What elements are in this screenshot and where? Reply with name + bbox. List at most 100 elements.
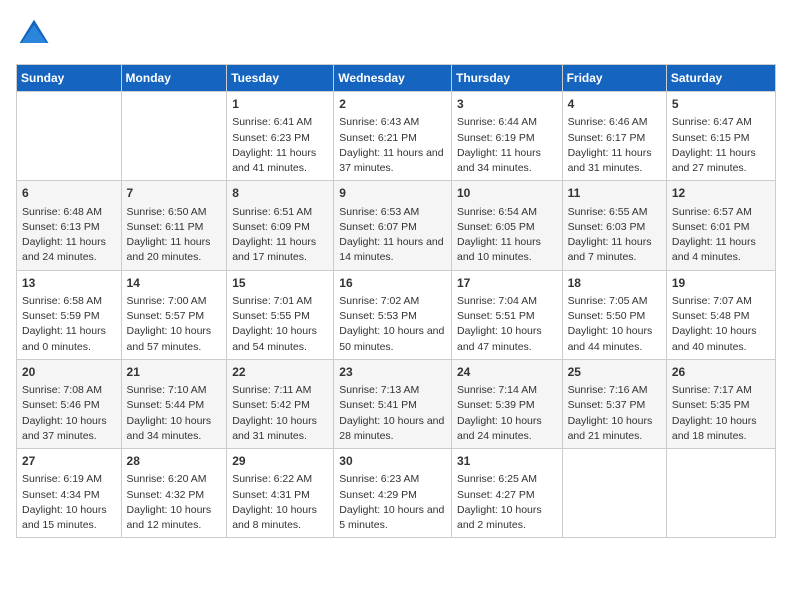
day-info: Daylight: 11 hours and 31 minutes. <box>568 146 661 176</box>
day-number: 27 <box>22 453 116 470</box>
day-info: Sunrise: 6:44 AM <box>457 115 557 130</box>
calendar-cell: 14 Sunrise: 7:00 AMSunset: 5:57 PMDayligh… <box>121 270 227 359</box>
day-info: Sunrise: 6:19 AM <box>22 472 116 487</box>
day-info: Daylight: 10 hours and 12 minutes. <box>127 503 222 533</box>
day-info: Sunset: 5:44 PM <box>127 398 222 413</box>
day-header-thursday: Thursday <box>451 65 562 92</box>
day-info: Daylight: 10 hours and 44 minutes. <box>568 324 661 354</box>
day-number: 6 <box>22 185 116 202</box>
day-info: Daylight: 10 hours and 8 minutes. <box>232 503 328 533</box>
calendar-cell: 12Sunrise: 6:57 AMSunset: 6:01 PMDayligh… <box>666 181 775 270</box>
day-info: Sunrise: 6:51 AM <box>232 205 328 220</box>
day-info: Sunset: 6:21 PM <box>339 131 446 146</box>
day-header-sunday: Sunday <box>17 65 122 92</box>
calendar-cell: 7Sunrise: 6:50 AMSunset: 6:11 PMDaylight… <box>121 181 227 270</box>
calendar-cell: 28Sunrise: 6:20 AMSunset: 4:32 PMDayligh… <box>121 449 227 538</box>
day-number: 18 <box>568 275 661 292</box>
day-info: Daylight: 10 hours and 15 minutes. <box>22 503 116 533</box>
day-info: Sunrise: 6:46 AM <box>568 115 661 130</box>
calendar-cell: 5Sunrise: 6:47 AMSunset: 6:15 PMDaylight… <box>666 92 775 181</box>
calendar-cell: 3Sunrise: 6:44 AMSunset: 6:19 PMDaylight… <box>451 92 562 181</box>
day-info: Sunrise: 6:25 AM <box>457 472 557 487</box>
calendar-cell: 1Sunrise: 6:41 AMSunset: 6:23 PMDaylight… <box>227 92 334 181</box>
day-info: Sunset: 5:46 PM <box>22 398 116 413</box>
day-info: Sunrise: 6:57 AM <box>672 205 770 220</box>
day-info: Daylight: 11 hours and 0 minutes. <box>22 324 116 354</box>
calendar-cell: 8Sunrise: 6:51 AMSunset: 6:09 PMDaylight… <box>227 181 334 270</box>
day-info: Sunset: 6:07 PM <box>339 220 446 235</box>
day-info: Daylight: 11 hours and 20 minutes. <box>127 235 222 265</box>
day-info: Sunrise: 7:05 AM <box>568 294 661 309</box>
day-info: Sunset: 5:57 PM <box>127 309 222 324</box>
day-info: Sunset: 5:48 PM <box>672 309 770 324</box>
day-number: 14 <box>127 275 222 292</box>
day-number: 24 <box>457 364 557 381</box>
day-info: Sunset: 6:19 PM <box>457 131 557 146</box>
day-header-monday: Monday <box>121 65 227 92</box>
calendar-cell: 25Sunrise: 7:16 AMSunset: 5:37 PMDayligh… <box>562 359 666 448</box>
calendar-cell <box>666 449 775 538</box>
day-info: Sunset: 5:42 PM <box>232 398 328 413</box>
day-info: Sunrise: 6:53 AM <box>339 205 446 220</box>
calendar-cell: 6Sunrise: 6:48 AMSunset: 6:13 PMDaylight… <box>17 181 122 270</box>
calendar-cell: 4Sunrise: 6:46 AMSunset: 6:17 PMDaylight… <box>562 92 666 181</box>
day-info: Sunset: 6:05 PM <box>457 220 557 235</box>
calendar-cell: 18 Sunrise: 7:05 AMSunset: 5:50 PMDayligh… <box>562 270 666 359</box>
day-info: Sunset: 5:39 PM <box>457 398 557 413</box>
calendar-cell: 27Sunrise: 6:19 AMSunset: 4:34 PMDayligh… <box>17 449 122 538</box>
calendar-cell: 26Sunrise: 7:17 AMSunset: 5:35 PMDayligh… <box>666 359 775 448</box>
day-info: Sunset: 6:15 PM <box>672 131 770 146</box>
logo <box>16 16 56 52</box>
day-number: 19 <box>672 275 770 292</box>
day-number: 30 <box>339 453 446 470</box>
day-number: 10 <box>457 185 557 202</box>
day-number: 3 <box>457 96 557 113</box>
day-header-friday: Friday <box>562 65 666 92</box>
day-info: Daylight: 10 hours and 31 minutes. <box>232 414 328 444</box>
day-number: 21 <box>127 364 222 381</box>
day-number: 16 <box>339 275 446 292</box>
calendar-cell <box>121 92 227 181</box>
day-number: 13 <box>22 275 116 292</box>
day-number: 7 <box>127 185 222 202</box>
day-header-tuesday: Tuesday <box>227 65 334 92</box>
day-info: Daylight: 11 hours and 41 minutes. <box>232 146 328 176</box>
day-number: 4 <box>568 96 661 113</box>
day-info: Sunrise: 7:01 AM <box>232 294 328 309</box>
day-info: Sunset: 5:50 PM <box>568 309 661 324</box>
day-info: Daylight: 10 hours and 21 minutes. <box>568 414 661 444</box>
calendar-cell: 13Sunrise: 6:58 AMSunset: 5:59 PMDayligh… <box>17 270 122 359</box>
day-info: Sunrise: 7:16 AM <box>568 383 661 398</box>
day-info: Daylight: 10 hours and 57 minutes. <box>127 324 222 354</box>
day-info: Sunrise: 6:48 AM <box>22 205 116 220</box>
day-number: 9 <box>339 185 446 202</box>
week-row-4: 20Sunrise: 7:08 AMSunset: 5:46 PMDayligh… <box>17 359 776 448</box>
day-info: Sunset: 6:03 PM <box>568 220 661 235</box>
calendar-cell: 17Sunrise: 7:04 AMSunset: 5:51 PMDayligh… <box>451 270 562 359</box>
day-info: Sunrise: 7:07 AM <box>672 294 770 309</box>
calendar-cell: 10Sunrise: 6:54 AMSunset: 6:05 PMDayligh… <box>451 181 562 270</box>
week-row-3: 13Sunrise: 6:58 AMSunset: 5:59 PMDayligh… <box>17 270 776 359</box>
day-info: Daylight: 10 hours and 54 minutes. <box>232 324 328 354</box>
day-info: Sunset: 4:32 PM <box>127 488 222 503</box>
day-info: Daylight: 11 hours and 14 minutes. <box>339 235 446 265</box>
day-info: Sunset: 4:31 PM <box>232 488 328 503</box>
day-info: Daylight: 10 hours and 5 minutes. <box>339 503 446 533</box>
day-number: 1 <box>232 96 328 113</box>
day-info: Daylight: 10 hours and 2 minutes. <box>457 503 557 533</box>
calendar-cell: 29Sunrise: 6:22 AMSunset: 4:31 PMDayligh… <box>227 449 334 538</box>
calendar-cell: 15Sunrise: 7:01 AMSunset: 5:55 PMDayligh… <box>227 270 334 359</box>
day-info: Sunrise: 7:02 AM <box>339 294 446 309</box>
week-row-2: 6Sunrise: 6:48 AMSunset: 6:13 PMDaylight… <box>17 181 776 270</box>
day-info: Sunrise: 7:00 AM <box>127 294 222 309</box>
day-info: Sunset: 4:27 PM <box>457 488 557 503</box>
day-info: Sunset: 5:53 PM <box>339 309 446 324</box>
day-number: 31 <box>457 453 557 470</box>
day-number: 5 <box>672 96 770 113</box>
day-info: Sunset: 5:41 PM <box>339 398 446 413</box>
day-info: Daylight: 10 hours and 34 minutes. <box>127 414 222 444</box>
day-number: 12 <box>672 185 770 202</box>
calendar-cell: 2Sunrise: 6:43 AMSunset: 6:21 PMDaylight… <box>334 92 452 181</box>
day-info: Sunrise: 6:58 AM <box>22 294 116 309</box>
day-info: Daylight: 10 hours and 24 minutes. <box>457 414 557 444</box>
